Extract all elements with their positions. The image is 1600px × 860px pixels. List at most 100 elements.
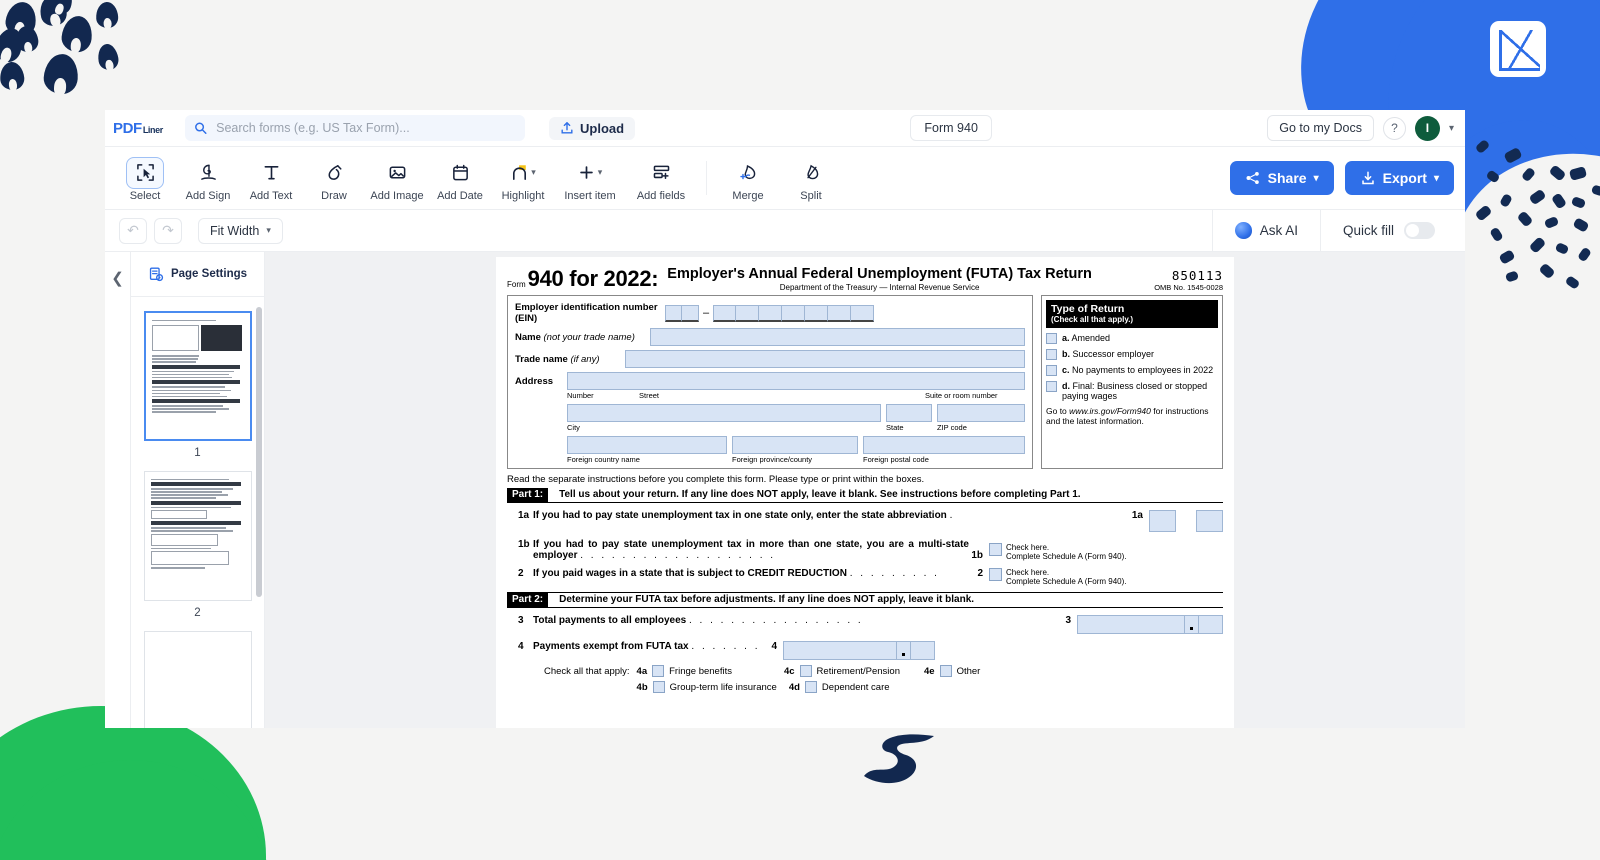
- share-button[interactable]: Share ▾: [1229, 161, 1334, 195]
- page-thumbnails-list[interactable]: 1 2: [131, 297, 264, 728]
- tool-add-text[interactable]: Add Text: [240, 155, 302, 202]
- document-canvas[interactable]: Form 940 for 2022: Employer's Annual Fed…: [265, 252, 1465, 728]
- checkbox-amended[interactable]: [1046, 333, 1057, 344]
- address-field[interactable]: [567, 372, 1025, 390]
- collapse-sidebar-button[interactable]: ❮: [105, 252, 130, 728]
- tool-add-sign[interactable]: Add Sign: [177, 155, 239, 202]
- page-thumbnail-1[interactable]: [143, 311, 252, 441]
- current-form-tag: Form 940: [910, 115, 992, 141]
- tool-merge[interactable]: Merge: [717, 155, 779, 202]
- cb-key-4b: 4b: [636, 681, 648, 693]
- type-of-return-option[interactable]: a. Amended: [1046, 333, 1218, 344]
- type-of-return-option[interactable]: b. Successor employer: [1046, 349, 1218, 360]
- checkbox-1b[interactable]: [989, 542, 1002, 556]
- quick-fill-control[interactable]: Quick fill: [1319, 209, 1451, 252]
- checkbox-final-business-closed[interactable]: [1046, 381, 1057, 392]
- avatar[interactable]: I: [1414, 115, 1440, 141]
- checkbox-4e[interactable]: [939, 665, 952, 678]
- checkbox-4b[interactable]: [652, 681, 665, 694]
- trade-name-field[interactable]: [625, 350, 1025, 368]
- search-bar[interactable]: [185, 115, 525, 141]
- type-of-return-option[interactable]: c. No payments to employees in 2022: [1046, 365, 1218, 376]
- split-icon: [792, 157, 830, 189]
- foreign-postal-field[interactable]: [863, 436, 1025, 454]
- line-1b: 1b If you had to pay state unemployment …: [507, 539, 1223, 561]
- page-thumbnail-2[interactable]: [143, 471, 252, 601]
- tool-label: Add Date: [437, 189, 483, 202]
- checkbox-no-payments[interactable]: [1046, 365, 1057, 376]
- pdfliner-logo[interactable]: PDF Liner: [105, 120, 181, 137]
- type-of-return-option[interactable]: d. Final: Business closed or stopped pay…: [1046, 381, 1218, 401]
- address-sublabels: Number Street Suite or room number: [515, 391, 1025, 400]
- line-3-amount-field[interactable]: [1077, 615, 1223, 635]
- name-row: Name (not your trade name): [515, 328, 1025, 346]
- upload-button[interactable]: Upload: [549, 116, 636, 140]
- foreign-country-field[interactable]: [567, 436, 727, 454]
- state-field[interactable]: [886, 404, 932, 422]
- account-chevron-down-icon[interactable]: ▾: [1449, 123, 1454, 134]
- tool-label: Draw: [321, 189, 347, 202]
- line-text: Total payments to all employees . . . . …: [533, 615, 864, 627]
- line-4-amount-field[interactable]: [783, 641, 935, 661]
- sub-province-label: Foreign province/county: [732, 455, 813, 464]
- checkbox-4c[interactable]: [799, 665, 812, 678]
- state-abbrev-field-1[interactable]: [1149, 510, 1176, 532]
- checkbox-2[interactable]: [989, 568, 1002, 581]
- part1-label: Part 1:: [507, 488, 549, 502]
- foreign-province-field[interactable]: [732, 436, 858, 454]
- thumbnail-item[interactable]: [131, 631, 264, 728]
- zoom-mode-dropdown[interactable]: Fit Width ▾: [198, 217, 283, 244]
- tool-split[interactable]: Split: [780, 155, 842, 202]
- redo-button[interactable]: ↷: [154, 217, 182, 244]
- part2-label: Part 2:: [507, 593, 549, 608]
- ask-ai-button[interactable]: Ask AI: [1211, 209, 1320, 252]
- navy-blob-icon: [95, 1, 119, 29]
- thumbnail-item[interactable]: 2: [131, 471, 264, 619]
- help-button[interactable]: ?: [1382, 116, 1406, 140]
- tool-add-fields[interactable]: Add fields: [626, 155, 696, 202]
- checkbox-4d[interactable]: [804, 681, 817, 694]
- search-input[interactable]: [214, 120, 516, 136]
- line-right-number: 4: [771, 641, 777, 653]
- page-settings-icon: [149, 267, 164, 281]
- tool-add-date[interactable]: Add Date: [429, 155, 491, 202]
- sub-suite-label: Suite or room number: [925, 391, 998, 400]
- ein-prefix-field[interactable]: [665, 304, 699, 322]
- undo-button[interactable]: ↶: [119, 217, 147, 244]
- checkbox-successor-employer[interactable]: [1046, 349, 1057, 360]
- ein-suffix-field[interactable]: [713, 304, 875, 322]
- quick-fill-toggle[interactable]: [1404, 222, 1435, 239]
- part2-bar: Part 2: Determine your FUTA tax before a…: [507, 592, 1223, 609]
- page-thumbnail-3[interactable]: [143, 631, 252, 728]
- city-state-zip-sublabels: City State ZIP code: [515, 423, 1025, 432]
- trade-name-row: Trade name (if any): [515, 350, 1025, 368]
- name-field[interactable]: [650, 328, 1025, 346]
- tool-add-image[interactable]: Add Image: [366, 155, 428, 202]
- tool-draw[interactable]: Draw: [303, 155, 365, 202]
- export-button[interactable]: Export ▾: [1344, 161, 1454, 195]
- form-number-label: 940 for 2022:: [527, 266, 659, 291]
- tool-highlight[interactable]: ▾ Highlight: [492, 155, 554, 202]
- go-to-my-docs-button[interactable]: Go to my Docs: [1267, 115, 1374, 141]
- checkbox-4a[interactable]: [652, 665, 665, 678]
- city-field[interactable]: [567, 404, 881, 422]
- pdfliner-app-window: PDFLiner Upload Form 940 Go to my Docs ?…: [105, 110, 1465, 728]
- ai-orb-icon: [1234, 222, 1252, 239]
- plus-icon: ▾: [571, 157, 609, 189]
- tool-insert-item[interactable]: ▾ Insert item: [555, 155, 625, 202]
- search-icon: [195, 122, 207, 134]
- page-settings-button[interactable]: Page Settings: [131, 252, 264, 297]
- sub-state-label: State: [886, 423, 904, 432]
- tool-label: Add fields: [636, 189, 686, 202]
- state-abbrev-field-2[interactable]: [1196, 510, 1223, 532]
- pages-sidebar: Page Settings 1 2: [130, 252, 265, 728]
- thumbnails-scrollbar[interactable]: [256, 307, 262, 597]
- note-prefix: Go to: [1046, 406, 1070, 416]
- irs-url[interactable]: www.irs.gov/Form940: [1069, 406, 1151, 416]
- line-2: 2 If you paid wages in a state that is s…: [507, 568, 1223, 586]
- zip-field[interactable]: [937, 404, 1025, 422]
- tool-select[interactable]: Select: [114, 155, 176, 202]
- toolbar-actions: Share ▾ Export ▾: [1229, 161, 1456, 195]
- subbar-right-group: Ask AI Quick fill: [1211, 209, 1451, 252]
- thumbnail-item[interactable]: 1: [131, 311, 264, 459]
